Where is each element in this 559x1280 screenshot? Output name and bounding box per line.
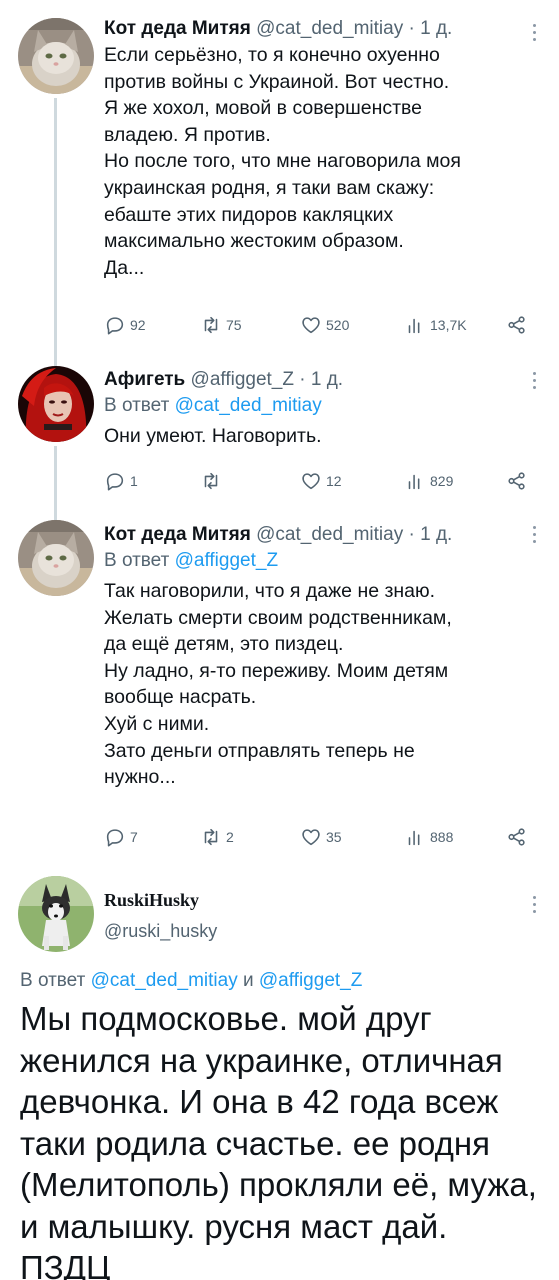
retweet-button[interactable] — [200, 470, 222, 492]
like-count: 520 — [326, 317, 350, 333]
reply-context: В ответ @cat_ded_mitiay и @affigget_Z — [20, 968, 362, 994]
tweet-text: Они умеют. Наговорить. — [104, 425, 322, 447]
reply-count: 92 — [130, 317, 146, 333]
share-icon — [508, 828, 525, 846]
reply-prefix: В ответ — [104, 395, 170, 416]
thread-line — [54, 446, 57, 520]
views-icon — [408, 830, 420, 846]
like-icon — [302, 829, 320, 846]
cat-avatar-image — [18, 18, 94, 94]
author-handle[interactable]: @cat_ded_mitiay — [256, 18, 403, 39]
tweet-text: Так наговорили, что я даже не знаю. Жела… — [104, 580, 452, 789]
like-icon — [302, 473, 320, 490]
share-button[interactable] — [506, 470, 528, 492]
retweet-count: 2 — [226, 829, 234, 845]
tweet-actions: 1 12 829 — [104, 470, 534, 494]
reply-icon — [106, 829, 124, 847]
author-handle[interactable]: @affigget_Z — [191, 369, 294, 390]
share-icon — [508, 472, 525, 490]
views-count: 829 — [430, 473, 454, 489]
reply-button[interactable]: 1 — [104, 470, 138, 492]
share-icon — [508, 316, 525, 334]
avatar-husky[interactable] — [18, 876, 94, 952]
tweet-actions: 7 2 35 888 — [104, 826, 534, 850]
reply-context: В ответ @affigget_Z — [104, 548, 539, 574]
retweet-button[interactable]: 2 — [200, 826, 234, 848]
views-icon — [408, 318, 420, 334]
views-count: 13,7K — [430, 317, 467, 333]
reply-count: 1 — [130, 473, 138, 489]
views-icon — [408, 474, 420, 490]
author-name[interactable]: Афигеть — [104, 369, 185, 390]
avatar-cat[interactable] — [18, 520, 94, 596]
thread-line — [54, 98, 57, 366]
like-icon — [302, 317, 320, 334]
avatar-afigget[interactable] — [18, 366, 94, 442]
more-icon[interactable] — [531, 526, 537, 548]
retweet-icon — [204, 472, 218, 490]
author-name[interactable]: Кот деда Митяя — [104, 18, 251, 39]
tweet-actions: 92 75 520 13,7K — [104, 314, 534, 338]
reply-button[interactable]: 92 — [104, 314, 146, 336]
reply-prefix: В ответ — [104, 550, 170, 571]
tweet-header: Афигеть @affigget_Z · 1 д. — [104, 367, 539, 393]
more-icon[interactable] — [531, 896, 537, 918]
tweet-header: Кот деда Митяя @cat_ded_mitiay · 1 д. — [104, 522, 539, 548]
author-handle[interactable]: @cat_ded_mitiay — [256, 524, 403, 545]
views-count: 888 — [430, 829, 454, 845]
cat-avatar-image — [18, 520, 94, 596]
mention-link[interactable]: @cat_ded_mitiay — [175, 395, 322, 416]
author-name[interactable]: RuskiHusky — [104, 888, 217, 912]
retweet-button[interactable]: 75 — [200, 314, 242, 336]
more-icon[interactable] — [531, 372, 537, 394]
tweet-header: Кот деда Митяя @cat_ded_mitiay · 1 д. — [104, 16, 539, 42]
mention-link[interactable]: @affigget_Z — [259, 970, 362, 991]
reply-context: В ответ @cat_ded_mitiay — [104, 393, 539, 419]
author-name[interactable]: Кот деда Митяя — [104, 524, 251, 545]
retweet-icon — [204, 828, 218, 846]
reply-icon — [106, 473, 124, 491]
avatar-cat[interactable] — [18, 18, 94, 94]
tweet-time[interactable]: · 1 д. — [409, 18, 453, 39]
mention-link[interactable]: @affigget_Z — [175, 550, 278, 571]
redhead-avatar-image — [18, 366, 94, 442]
like-count: 35 — [326, 829, 342, 845]
tweet-time[interactable]: · 1 д. — [409, 524, 453, 545]
more-icon[interactable] — [531, 24, 537, 46]
like-count: 12 — [326, 473, 342, 489]
tweet-time[interactable]: · 1 д. — [299, 369, 343, 390]
reply-icon — [106, 317, 124, 335]
tweet-text: Если серьёзно, то я конечно охуенно прот… — [104, 44, 461, 279]
husky-avatar-image — [18, 876, 94, 952]
reply-button[interactable]: 7 — [104, 826, 138, 848]
reply-count: 7 — [130, 829, 138, 845]
reply-join: и — [242, 970, 254, 991]
tweet-text: Мы подмосковье. мой друг женился на укра… — [20, 1000, 537, 1280]
views-button[interactable]: 13,7K — [404, 314, 467, 336]
like-button[interactable]: 520 — [300, 314, 349, 336]
retweet-icon — [204, 316, 218, 334]
like-button[interactable]: 12 — [300, 470, 342, 492]
views-button[interactable]: 829 — [404, 470, 453, 492]
share-button[interactable] — [506, 314, 528, 336]
reply-prefix: В ответ — [20, 970, 86, 991]
mention-link[interactable]: @cat_ded_mitiay — [91, 970, 238, 991]
share-button[interactable] — [506, 826, 528, 848]
views-button[interactable]: 888 — [404, 826, 453, 848]
like-button[interactable]: 35 — [300, 826, 342, 848]
retweet-count: 75 — [226, 317, 242, 333]
author-handle[interactable]: @ruski_husky — [104, 918, 217, 944]
